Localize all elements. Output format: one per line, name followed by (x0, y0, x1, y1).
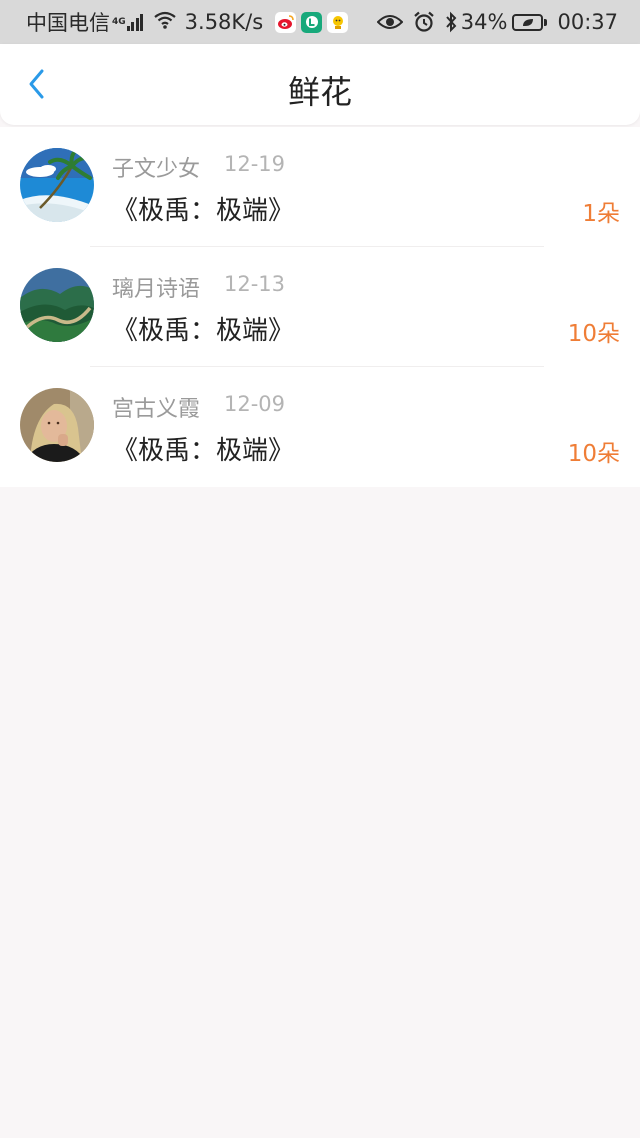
battery-percent: 34% (460, 10, 508, 34)
list-item[interactable]: 璃月诗语 12-13 《极禹：极端》 10朵 (0, 247, 640, 367)
wifi-icon (153, 10, 177, 34)
flower-count: 10朵 (567, 321, 620, 347)
page-title: 鲜花 (287, 73, 352, 111)
user-name: 子文少女 (112, 157, 201, 182)
record-date: 12-09 (224, 392, 286, 416)
clock-time: 00:37 (557, 10, 618, 34)
carrier-name: 中国电信 (26, 11, 110, 35)
book-title: 《极禹：极端》 (112, 436, 295, 466)
list-item[interactable]: 宫古义霞 12-09 《极禹：极端》 10朵 (0, 367, 640, 487)
status-left: 中国电信 4G 3.58K/s (26, 7, 349, 37)
record-date: 12-19 (224, 152, 286, 176)
flower-count: 1朵 (582, 201, 620, 227)
great-wall-avatar (20, 268, 94, 342)
yellow-app-icon (327, 11, 349, 33)
palm-beach-avatar (20, 148, 94, 222)
network-speed: 3.58K/s (184, 10, 264, 34)
nav-header: 鲜花 (0, 44, 640, 125)
signal-icon (126, 13, 145, 31)
battery-icon (512, 13, 548, 31)
status-bar: 中国电信 4G 3.58K/s 34% 00:37 (0, 0, 640, 44)
list-item[interactable]: 子文少女 12-19 《极禹：极端》 1朵 (0, 127, 640, 247)
book-title: 《极禹：极端》 (112, 316, 295, 346)
status-right: 34% 00:37 (367, 10, 618, 34)
network-type: 4G (112, 17, 126, 27)
weibo-app-icon (275, 11, 297, 33)
eye-icon (376, 14, 403, 30)
green-app-icon (301, 11, 323, 33)
user-name: 宫古义霞 (112, 397, 201, 422)
flower-count: 10朵 (567, 441, 620, 467)
bluetooth-icon (445, 11, 457, 33)
alarm-icon (413, 11, 435, 33)
woman-portrait-avatar (20, 388, 94, 462)
record-date: 12-13 (224, 272, 286, 296)
book-title: 《极禹：极端》 (112, 196, 295, 226)
flower-record-list: 子文少女 12-19 《极禹：极端》 1朵 璃月诗语 12-13 《极禹：极端》… (0, 127, 640, 487)
user-name: 璃月诗语 (112, 277, 201, 302)
